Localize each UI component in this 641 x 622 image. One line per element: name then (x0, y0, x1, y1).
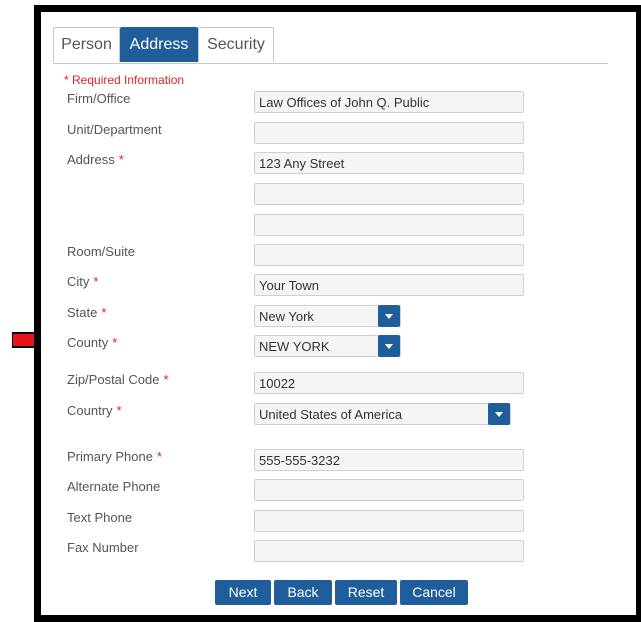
firm-office-label: Firm/Office (67, 91, 131, 106)
reset-button[interactable]: Reset (335, 580, 397, 605)
county-label: County * (67, 335, 118, 350)
required-information-note: * Required Information (64, 73, 185, 87)
tab-security[interactable]: Security (198, 27, 274, 62)
zip-input[interactable]: 10022 (254, 372, 524, 394)
country-label: Country * (67, 403, 122, 418)
primary-phone-input[interactable]: 555-555-3232 (254, 449, 524, 471)
county-select[interactable]: NEW YORK (254, 335, 401, 357)
required-marker: * (116, 403, 122, 418)
chevron-down-icon[interactable] (378, 305, 400, 327)
city-label: City * (67, 274, 99, 289)
state-select-value: New York (259, 309, 314, 324)
address-label: Address * (67, 152, 124, 167)
alternate-phone-input[interactable] (254, 479, 524, 501)
address-line3-input[interactable] (254, 214, 524, 236)
required-marker: * (156, 449, 163, 464)
room-suite-input[interactable] (254, 244, 524, 266)
unit-department-input[interactable] (254, 122, 524, 144)
text-phone-label: Text Phone (67, 510, 133, 525)
next-button[interactable]: Next (215, 580, 271, 605)
country-select[interactable]: United States of America (254, 403, 511, 425)
county-select-value: NEW YORK (259, 339, 330, 354)
state-label: State * (67, 305, 107, 320)
address-form-panel: Person Address Security * Required Infor… (34, 5, 641, 622)
chevron-down-icon[interactable] (378, 335, 400, 357)
required-marker: * (163, 372, 169, 387)
cancel-button[interactable]: Cancel (400, 580, 468, 605)
firm-office-input[interactable]: Law Offices of John Q. Public (254, 91, 524, 113)
required-marker: * (101, 305, 107, 320)
zip-label: Zip/Postal Code * (67, 372, 169, 387)
text-phone-input[interactable] (254, 510, 524, 532)
country-select-value: United States of America (259, 407, 403, 422)
primary-phone-label: Primary Phone * (67, 449, 163, 464)
room-suite-label: Room/Suite (67, 244, 135, 259)
tab-address[interactable]: Address (120, 27, 198, 62)
required-marker: * (112, 335, 118, 350)
unit-department-label: Unit/Department (67, 122, 162, 137)
state-select[interactable]: New York (254, 305, 401, 327)
chevron-down-icon[interactable] (488, 403, 510, 425)
city-input[interactable]: Your Town (254, 274, 524, 296)
required-marker: * (93, 274, 99, 289)
alternate-phone-label: Alternate Phone (67, 479, 161, 494)
required-marker: * (118, 152, 124, 167)
back-button[interactable]: Back (274, 580, 332, 605)
tab-person[interactable]: Person (53, 27, 120, 62)
fax-number-label: Fax Number (67, 540, 139, 555)
form-tabs: Person Address Security (53, 27, 608, 64)
fax-number-input[interactable] (254, 540, 524, 562)
address-line2-input[interactable] (254, 183, 524, 205)
address-line1-input[interactable]: 123 Any Street (254, 152, 524, 174)
